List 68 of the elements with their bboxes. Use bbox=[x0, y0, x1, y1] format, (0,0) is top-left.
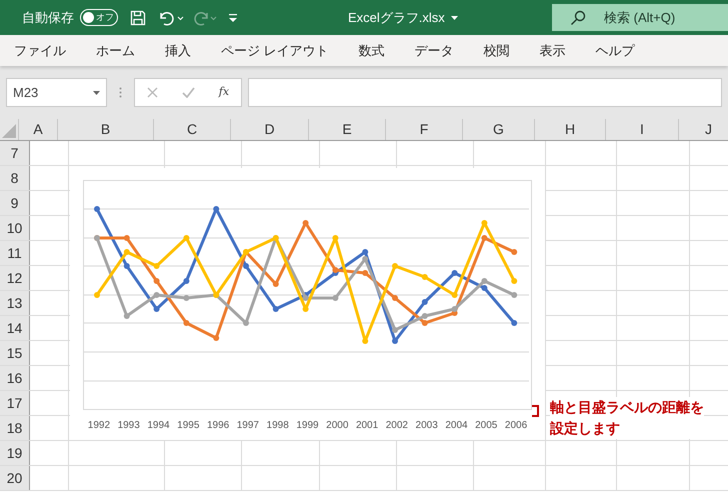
row-header[interactable]: 20 bbox=[0, 466, 30, 490]
customize-icon[interactable] bbox=[228, 12, 238, 22]
check-icon[interactable] bbox=[182, 87, 195, 98]
menu-tab[interactable]: 表示 bbox=[540, 40, 566, 60]
undo-icon[interactable] bbox=[158, 10, 184, 26]
menu-tab[interactable]: ヘルプ bbox=[596, 40, 635, 60]
function-button[interactable]: fx bbox=[218, 84, 230, 101]
column-header[interactable]: H bbox=[535, 119, 606, 140]
axis-label: 2004 bbox=[444, 419, 469, 433]
menu-tab[interactable]: データ bbox=[414, 40, 454, 60]
autosave-label: 自動保存 bbox=[22, 8, 74, 27]
save-icon[interactable] bbox=[130, 10, 146, 26]
column-header[interactable]: I bbox=[606, 119, 679, 140]
axis-label: 2001 bbox=[354, 419, 380, 433]
filename-button[interactable]: Excelグラフ.xlsx bbox=[348, 8, 458, 28]
autosave-toggle[interactable]: オフ bbox=[80, 9, 118, 26]
menu-tab[interactable]: ファイル bbox=[14, 40, 66, 60]
chart-area[interactable]: 1992 1993 1994 1995 1996 1997 1998 1999 2000 2001 2002 2003 2004 2005 2006 bbox=[70, 168, 545, 440]
row-header[interactable]: 14 bbox=[0, 316, 30, 340]
bracket-icon bbox=[531, 405, 539, 417]
axis-label: 2003 bbox=[414, 419, 439, 433]
row-header[interactable]: 10 bbox=[0, 216, 30, 240]
axis-label: 1997 bbox=[236, 419, 260, 433]
column-header[interactable]: E bbox=[309, 119, 386, 140]
column-header[interactable]: G bbox=[463, 119, 535, 140]
axis-label: 1996 bbox=[206, 419, 230, 433]
row-header[interactable]: 16 bbox=[0, 366, 30, 390]
column-header[interactable]: C bbox=[154, 119, 231, 140]
row-header[interactable]: 7 bbox=[0, 141, 30, 165]
menu-tab[interactable]: 数式 bbox=[358, 40, 385, 60]
column-header[interactable]: A bbox=[19, 119, 58, 140]
axis-label: 2005 bbox=[474, 419, 498, 433]
menu-tab[interactable]: ページ レイアウト bbox=[221, 40, 329, 60]
row-header[interactable]: 15 bbox=[0, 341, 30, 365]
row-header[interactable]: 13 bbox=[0, 291, 30, 315]
axis-label: 1993 bbox=[116, 419, 141, 433]
axis-label: 2000 bbox=[325, 419, 350, 433]
annotation-text: 軸と目盛ラベルの距離を bbox=[550, 397, 704, 418]
axis-label: 2002 bbox=[384, 419, 409, 433]
formula-input[interactable] bbox=[248, 78, 722, 107]
menu-tab[interactable]: 挿入 bbox=[165, 40, 191, 60]
menu-tab[interactable]: ホーム bbox=[96, 40, 135, 60]
more-icon[interactable] bbox=[119, 87, 122, 98]
column-header[interactable]: B bbox=[58, 119, 154, 140]
search-field[interactable]: 検索 (Alt+Q) bbox=[552, 4, 728, 31]
row-header[interactable]: 8 bbox=[0, 166, 30, 190]
select-all-icon[interactable] bbox=[2, 124, 16, 138]
column-header[interactable]: D bbox=[231, 119, 309, 140]
caret-icon bbox=[93, 90, 100, 94]
axis-label: 1995 bbox=[176, 419, 200, 433]
row-header[interactable]: 19 bbox=[0, 441, 30, 465]
axis-label: 2006 bbox=[504, 419, 528, 433]
row-header[interactable]: 11 bbox=[0, 241, 30, 265]
row-header[interactable]: 9 bbox=[0, 191, 30, 215]
axis-label: 1994 bbox=[146, 419, 171, 433]
row-header[interactable]: 12 bbox=[0, 266, 30, 290]
caret-icon bbox=[450, 16, 458, 20]
axis-label: 1999 bbox=[295, 419, 320, 433]
axis-label: 1992 bbox=[86, 419, 112, 433]
menu-tab[interactable]: 校閲 bbox=[484, 40, 510, 60]
cancel-icon[interactable] bbox=[146, 87, 158, 98]
column-header[interactable]: F bbox=[386, 119, 463, 140]
column-header[interactable]: J bbox=[679, 119, 728, 140]
search-icon bbox=[570, 10, 586, 26]
name-box[interactable]: M23 bbox=[6, 78, 107, 107]
row-header[interactable]: 18 bbox=[0, 416, 30, 440]
row-header[interactable]: 17 bbox=[0, 391, 30, 415]
axis-label: 1998 bbox=[266, 419, 290, 433]
